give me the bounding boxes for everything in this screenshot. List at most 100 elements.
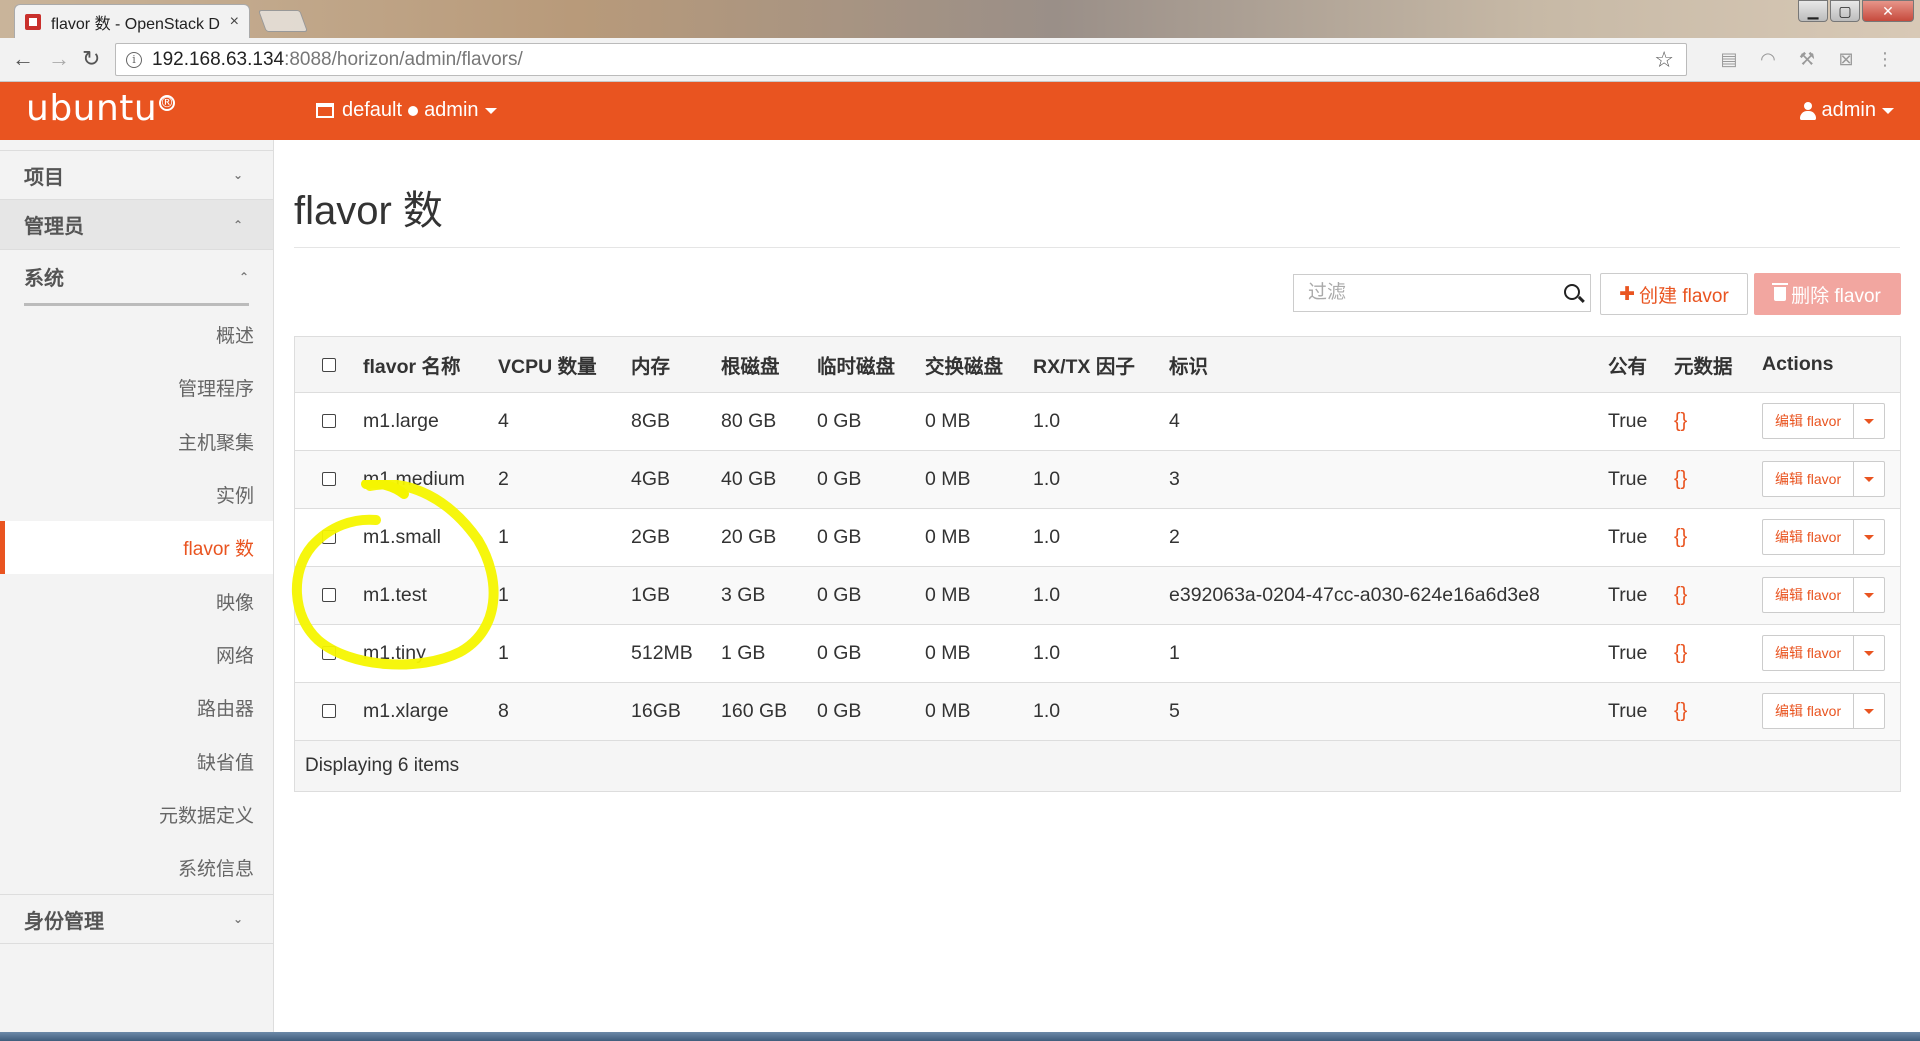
metadata-link[interactable]: {} xyxy=(1674,468,1687,490)
col-header-metadata[interactable]: 元数据 xyxy=(1674,337,1762,393)
brand-logo[interactable]: ubuntu ® xyxy=(26,88,176,129)
cell-id: e392063a-0204-47cc-a030-624e16a6d3e8 xyxy=(1169,583,1540,606)
row-checkbox[interactable] xyxy=(322,646,336,661)
reload-icon[interactable]: ↻ xyxy=(82,46,100,72)
cell-vcpus: 4 xyxy=(498,409,509,432)
sidebar-item[interactable]: 映像 xyxy=(0,574,273,627)
bookmark-star-icon[interactable]: ☆ xyxy=(1654,47,1674,73)
cell-metadata: {} xyxy=(1674,624,1762,682)
screenshot-extension-icon[interactable]: ⊠ xyxy=(1835,48,1857,70)
row-checkbox[interactable] xyxy=(322,704,336,719)
sidebar-item[interactable]: 缺省值 xyxy=(0,734,273,787)
metadata-link[interactable]: {} xyxy=(1674,642,1687,664)
select-all-checkbox[interactable] xyxy=(322,357,336,372)
minimize-button[interactable]: ▁ xyxy=(1798,0,1828,22)
tool-extension-icon[interactable]: ⚒ xyxy=(1796,48,1818,70)
tab-close-icon[interactable]: × xyxy=(230,13,239,31)
delete-flavor-button[interactable]: 删除 flavor xyxy=(1754,273,1901,315)
row-checkbox[interactable] xyxy=(322,414,336,429)
cell-ram: 16GB xyxy=(631,699,681,722)
table-footer: Displaying 6 items xyxy=(295,740,1900,791)
row-actions-dropdown-toggle[interactable] xyxy=(1854,694,1884,728)
metadata-link[interactable]: {} xyxy=(1674,410,1687,432)
url-text[interactable]: 192.168.63.134:8088/horizon/admin/flavor… xyxy=(152,49,523,71)
headset-extension-icon[interactable]: ◠ xyxy=(1757,48,1779,70)
filter-input[interactable] xyxy=(1294,282,1544,304)
metadata-link[interactable]: {} xyxy=(1674,526,1687,548)
table-body: m1.large 4 8GB 80 GB 0 GB 0 MB 1.0 4 True{} 编辑 fl… xyxy=(295,392,1900,740)
row-actions-dropdown-toggle[interactable] xyxy=(1854,578,1884,612)
site-info-icon[interactable]: i xyxy=(126,51,142,68)
sidebar-item[interactable]: 主机聚集 xyxy=(0,415,273,468)
edit-flavor-button[interactable]: 编辑 flavor xyxy=(1763,636,1855,670)
user-menu[interactable]: admin xyxy=(1799,99,1894,122)
search-icon[interactable] xyxy=(1564,284,1580,300)
sidebar-section-identity[interactable]: 身份管理 ⌄ xyxy=(0,894,273,945)
cell-ephemeral: 0 GB xyxy=(817,467,862,490)
sidebar-item[interactable]: 实例 xyxy=(0,468,273,521)
row-action-group: 编辑 flavor xyxy=(1762,693,1886,729)
edit-flavor-button[interactable]: 编辑 flavor xyxy=(1763,520,1855,554)
back-icon[interactable]: ← xyxy=(12,46,34,72)
maximize-button[interactable]: ▢ xyxy=(1830,0,1860,22)
col-header-name[interactable]: flavor 名称 xyxy=(363,337,498,393)
col-header-public[interactable]: 公有 xyxy=(1608,337,1674,393)
sidebar-item[interactable]: 概述 xyxy=(0,308,273,361)
tab-title: flavor 数 - OpenStack D xyxy=(51,15,220,33)
browser-tab[interactable]: flavor 数 - OpenStack D × xyxy=(14,4,250,38)
project-icon xyxy=(316,103,334,118)
row-actions-dropdown-toggle[interactable] xyxy=(1854,404,1884,438)
new-tab-button[interactable] xyxy=(257,10,309,32)
pdf-extension-icon[interactable]: ▤ xyxy=(1718,48,1740,70)
extension-icons: ▤ ◠ ⚒ ⊠ ⋮ xyxy=(1718,48,1896,70)
sidebar-item[interactable]: 网络 xyxy=(0,628,273,681)
create-flavor-button[interactable]: ✚ 创建 flavor xyxy=(1600,273,1748,315)
close-window-button[interactable]: ✕ xyxy=(1862,0,1914,22)
sidebar-section-label: 身份管理 xyxy=(24,910,104,933)
col-header-id[interactable]: 标识 xyxy=(1169,337,1608,393)
col-header-ephemeral-disk[interactable]: 临时磁盘 xyxy=(817,337,925,393)
sidebar-section-project[interactable]: 项目 ⌄ xyxy=(0,150,273,200)
col-header-vcpus[interactable]: VCPU 数量 xyxy=(498,337,631,393)
row-select-cell xyxy=(295,508,363,566)
cell-public: True xyxy=(1608,409,1648,432)
row-actions-dropdown-toggle[interactable] xyxy=(1854,520,1884,554)
col-header-rxtx[interactable]: RX/TX 因子 xyxy=(1033,337,1169,393)
table-row: m1.xlarge 8 16GB 160 GB 0 GB 0 MB 1.0 5 True {} 编辑… xyxy=(295,682,1900,740)
plus-icon: ✚ xyxy=(1619,283,1636,305)
page-title: flavor 数 xyxy=(294,189,443,233)
sidebar-item[interactable]: 管理程序 xyxy=(0,361,273,414)
sidebar-item[interactable]: flavor 数 xyxy=(0,521,273,575)
cell-id: 4 xyxy=(1169,409,1180,432)
sidebar-item[interactable]: 路由器 xyxy=(0,681,273,734)
row-action-group: 编辑 flavor xyxy=(1762,519,1886,555)
sidebar-item[interactable]: 系统信息 xyxy=(0,841,273,894)
col-header-ram[interactable]: 内存 xyxy=(631,337,721,393)
project-context-dropdown[interactable]: default admin xyxy=(316,99,497,122)
edit-flavor-button[interactable]: 编辑 flavor xyxy=(1763,694,1855,728)
cell-name: m1.large xyxy=(363,409,439,432)
col-header-swap-disk[interactable]: 交换磁盘 xyxy=(925,337,1033,393)
sidebar-item[interactable]: 元数据定义 xyxy=(0,788,273,841)
edit-flavor-button[interactable]: 编辑 flavor xyxy=(1763,462,1855,496)
metadata-link[interactable]: {} xyxy=(1674,700,1687,722)
cell-root: 80 GB xyxy=(721,409,777,432)
edit-flavor-button[interactable]: 编辑 flavor xyxy=(1763,404,1855,438)
address-bar[interactable]: i 192.168.63.134:8088/horizon/admin/flav… xyxy=(115,43,1687,76)
metadata-link[interactable]: {} xyxy=(1674,584,1687,606)
col-header-root-disk[interactable]: 根磁盘 xyxy=(721,337,817,393)
forward-icon[interactable]: → xyxy=(48,46,70,72)
sidebar-group-label: 系统 xyxy=(24,268,64,290)
row-action-group: 编辑 flavor xyxy=(1762,635,1886,671)
menu-icon[interactable]: ⋮ xyxy=(1874,48,1896,70)
row-checkbox[interactable] xyxy=(322,530,336,545)
cell-name: m1.medium xyxy=(363,467,465,490)
row-actions-dropdown-toggle[interactable] xyxy=(1854,636,1884,670)
sidebar-section-admin[interactable]: 管理员 ⌃ xyxy=(0,200,273,250)
row-actions-dropdown-toggle[interactable] xyxy=(1854,462,1884,496)
sidebar-group-system[interactable]: 系统 ⌃ xyxy=(24,250,249,306)
cell-rxtx: 1.0 xyxy=(1033,409,1061,432)
edit-flavor-button[interactable]: 编辑 flavor xyxy=(1763,578,1855,612)
row-checkbox[interactable] xyxy=(322,588,336,603)
row-checkbox[interactable] xyxy=(322,472,336,487)
